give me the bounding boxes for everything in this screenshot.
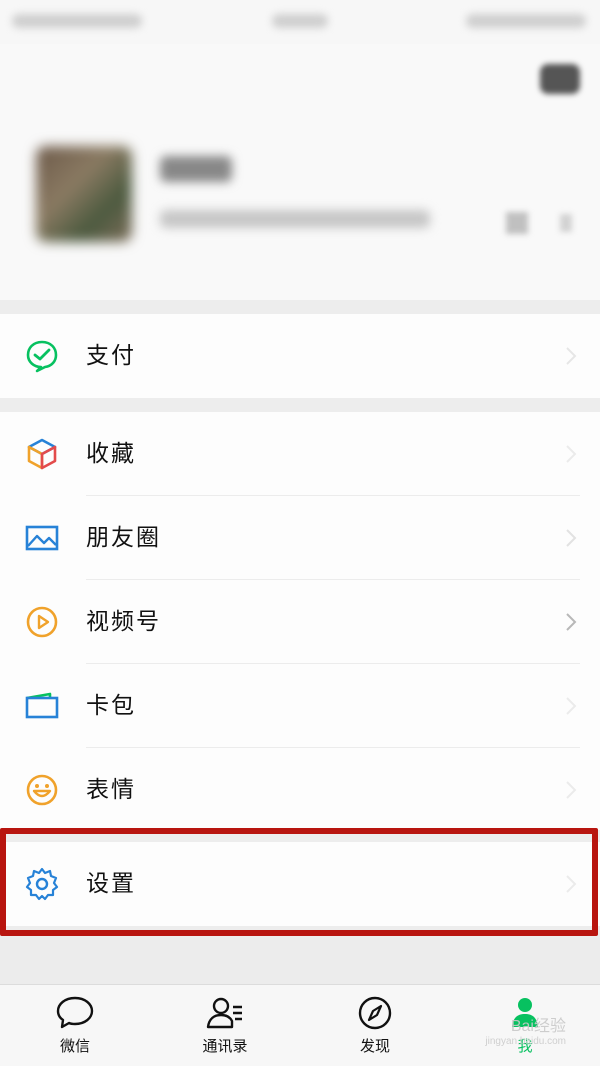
- carrier-signal: [12, 14, 142, 28]
- battery-status: [466, 14, 586, 28]
- wechat-id: [160, 210, 430, 228]
- nickname: [160, 156, 232, 182]
- chevron-right-icon: [566, 529, 577, 547]
- bottom-spacer: [0, 938, 600, 984]
- menu-item-label: 朋友圈: [86, 525, 161, 551]
- menu-item-label: 表情: [86, 777, 136, 803]
- chevron-right-icon: [560, 214, 572, 232]
- menu-item-label: 视频号: [86, 609, 161, 635]
- features-section: 收藏 朋友圈 视频号 卡包 表情: [0, 412, 600, 830]
- moments-image-icon: [25, 525, 59, 551]
- chevron-right-icon: [566, 697, 577, 715]
- menu-item-card-wallet[interactable]: 卡包: [0, 664, 600, 748]
- menu-item-label: 收藏: [86, 441, 136, 467]
- wechat-pay-icon: [26, 340, 58, 373]
- chevron-right-icon: [566, 875, 577, 893]
- tab-label: 微信: [59, 1037, 90, 1055]
- tab-contacts[interactable]: 通讯录: [150, 985, 300, 1066]
- clock: [272, 14, 328, 28]
- chevron-right-icon: [566, 445, 577, 463]
- chevron-right-icon: [566, 347, 577, 365]
- avatar[interactable]: [36, 146, 132, 242]
- menu-item-stickers[interactable]: 表情: [0, 748, 600, 832]
- watermark-logo: Bai经验: [510, 1018, 566, 1035]
- camera-icon[interactable]: [540, 64, 580, 94]
- menu-item-label: 卡包: [86, 693, 136, 719]
- tab-label: 通讯录: [202, 1037, 248, 1055]
- menu-item-moments[interactable]: 朋友圈: [0, 496, 600, 580]
- menu-item-label: 支付: [86, 343, 136, 369]
- chat-bubble-icon: [56, 996, 94, 1029]
- watermark-url: jingyan.baidu.com: [485, 1036, 566, 1047]
- card-wallet-icon: [25, 692, 59, 719]
- menu-item-favorites[interactable]: 收藏: [0, 412, 600, 496]
- profile-header[interactable]: [0, 44, 600, 300]
- compass-icon: [358, 996, 392, 1030]
- pay-section: 支付: [0, 314, 600, 398]
- channels-play-icon: [26, 606, 58, 638]
- settings-section: 设置: [0, 842, 600, 926]
- menu-item-settings[interactable]: 设置: [0, 842, 600, 926]
- menu-item-label: 设置: [86, 871, 136, 897]
- menu-item-pay[interactable]: 支付: [0, 314, 600, 398]
- contacts-icon: [206, 997, 242, 1029]
- chevron-right-icon: [566, 781, 577, 799]
- chevron-right-icon: [566, 613, 577, 631]
- tab-label: 发现: [359, 1037, 390, 1055]
- sticker-smile-icon: [26, 774, 58, 806]
- tab-chats[interactable]: 微信: [0, 985, 150, 1066]
- tab-discover[interactable]: 发现: [300, 985, 450, 1066]
- favorites-cube-icon: [27, 438, 57, 470]
- qr-code-icon[interactable]: [506, 212, 528, 234]
- menu-item-channels[interactable]: 视频号: [0, 580, 600, 664]
- gear-icon: [25, 867, 59, 901]
- status-bar: [0, 0, 600, 44]
